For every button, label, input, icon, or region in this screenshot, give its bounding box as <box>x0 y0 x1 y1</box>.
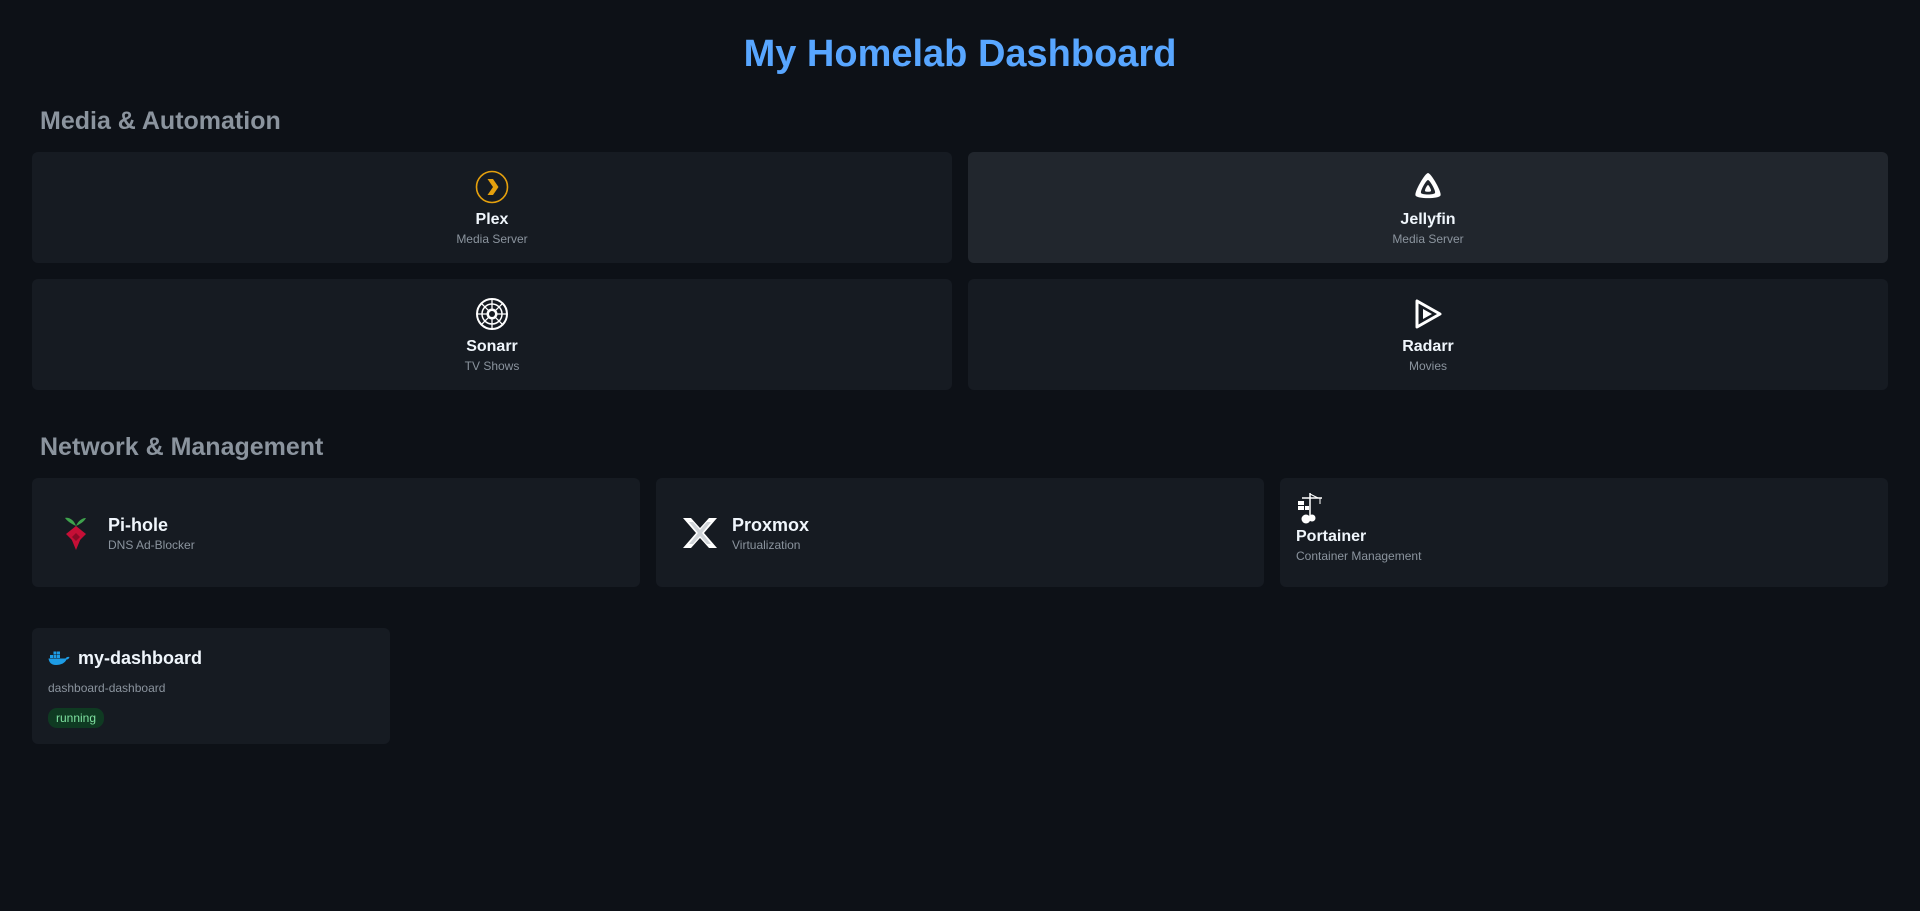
service-name: Portainer <box>1296 528 1367 545</box>
service-description: Movies <box>1408 358 1447 373</box>
plex-icon <box>474 169 510 205</box>
docker-icon <box>48 650 70 666</box>
service-card-pihole[interactable]: Pi-hole DNS Ad-Blocker <box>32 478 640 587</box>
service-card-sonarr[interactable]: Sonarr TV Shows <box>32 279 952 390</box>
pihole-icon <box>56 513 96 553</box>
service-description: Container Management <box>1296 549 1422 563</box>
container-image: dashboard-dashboard <box>48 681 166 695</box>
service-description: DNS Ad-Blocker <box>108 537 195 552</box>
section-title-network: Network & Management <box>40 433 324 461</box>
service-name: Plex <box>475 210 509 228</box>
container-card-my-dashboard[interactable]: my-dashboard dashboard-dashboard running <box>32 628 390 744</box>
service-card-jellyfin[interactable]: Jellyfin Media Server <box>968 152 1888 263</box>
status-badge: running <box>48 708 105 728</box>
service-text: Proxmox Virtualization <box>732 513 809 553</box>
service-name: Jellyfin <box>1400 210 1456 228</box>
service-card-portainer[interactable]: Portainer Container Management <box>1280 478 1888 587</box>
service-card-plex[interactable]: Plex Media Server <box>32 152 952 263</box>
service-description: TV Shows <box>464 358 520 373</box>
service-description: Media Server <box>1392 231 1464 246</box>
service-name: Proxmox <box>732 514 810 535</box>
dashboard-page: My Homelab Dashboard Media & Automation … <box>0 0 1920 911</box>
container-name: my-dashboard <box>78 648 203 668</box>
portainer-icon <box>1296 492 1324 524</box>
service-text: Pi-hole DNS Ad-Blocker <box>108 513 195 553</box>
proxmox-icon <box>680 513 720 553</box>
section-title-media: Media & Automation <box>40 107 281 135</box>
service-description: Media Server <box>456 231 528 246</box>
service-card-radarr[interactable]: Radarr Movies <box>968 279 1888 390</box>
service-name: Pi-hole <box>108 514 169 535</box>
service-card-proxmox[interactable]: Proxmox Virtualization <box>656 478 1264 587</box>
service-name: Sonarr <box>466 337 518 355</box>
service-description: Virtualization <box>732 537 801 552</box>
jellyfin-icon <box>1410 169 1446 205</box>
container-header: my-dashboard <box>48 646 374 670</box>
service-name: Radarr <box>1402 337 1454 355</box>
page-title: My Homelab Dashboard <box>743 33 1177 75</box>
radarr-icon <box>1410 296 1446 332</box>
sonarr-icon <box>474 296 510 332</box>
